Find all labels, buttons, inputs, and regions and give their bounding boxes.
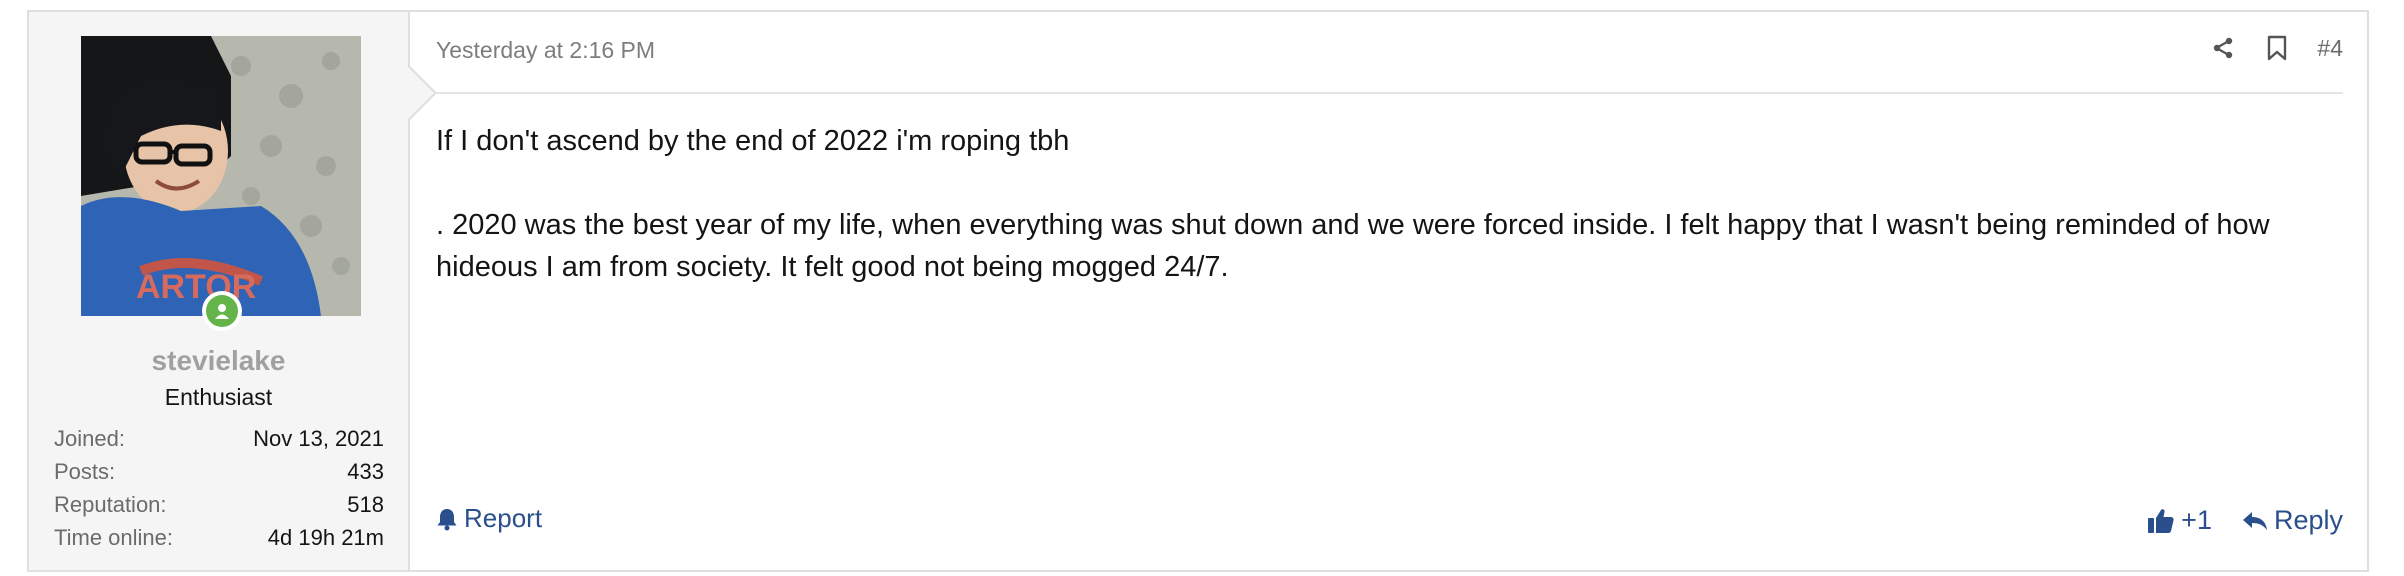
stat-label: Joined: — [54, 426, 125, 451]
stat-reputation: Reputation: 518 — [54, 488, 384, 521]
thumbs-up-icon — [2148, 508, 2174, 533]
user-online-icon — [215, 304, 229, 319]
stat-label: Time online: — [54, 525, 174, 550]
user-stats: Joined: Nov 13, 2021 Posts: 433 Reputati… — [54, 422, 384, 554]
post-content: If I don't ascend by the end of 2022 i'm… — [436, 120, 2317, 288]
stat-label: Posts: — [54, 459, 116, 484]
forum-post: ARTOR stevielake Enthusiast Joined: Nov … — [27, 10, 2369, 572]
post-header: Yesterday at 2:16 PM #4 — [436, 12, 2343, 94]
post-timestamp[interactable]: Yesterday at 2:16 PM — [436, 37, 655, 64]
user-title: Enthusiast — [164, 384, 273, 410]
stat-value: 518 — [347, 492, 384, 517]
stat-joined: Joined: Nov 13, 2021 — [54, 422, 384, 455]
stat-value: 4d 19h 21m — [267, 525, 384, 550]
stat-time-online: Time online: 4d 19h 21m — [54, 521, 384, 554]
user-info-panel: ARTOR stevielake Enthusiast Joined: Nov … — [29, 12, 437, 570]
stat-value: Nov 13, 2021 — [253, 426, 384, 451]
post-number-link[interactable]: #4 — [2317, 35, 2343, 62]
post-paragraph: . 2020 was the best year of my life, whe… — [436, 209, 2270, 283]
post-paragraph: If I don't ascend by the end of 2022 i'm… — [436, 125, 1070, 157]
report-button[interactable]: Report — [436, 503, 542, 534]
post-main: Yesterday at 2:16 PM #4 If I don't ascen… — [410, 12, 2367, 570]
user-avatar-photo-icon: ARTOR — [81, 36, 361, 316]
like-count: +1 — [2181, 505, 2212, 535]
share-icon[interactable] — [2209, 34, 2237, 62]
reply-button[interactable]: Reply — [2242, 505, 2343, 536]
online-status-indicator — [202, 291, 242, 331]
bookmark-icon[interactable] — [2263, 34, 2291, 62]
report-label: Report — [464, 503, 543, 533]
like-button[interactable]: +1 — [2147, 505, 2212, 536]
header-actions: #4 — [2209, 34, 2343, 62]
stat-posts: Posts: 433 — [54, 455, 384, 488]
post-footer-actions: +1 Reply — [2147, 505, 2343, 536]
username-link[interactable]: stevielake — [29, 345, 408, 377]
stat-value: 433 — [347, 459, 384, 484]
stat-label: Reputation: — [54, 492, 167, 517]
bell-icon — [437, 508, 457, 530]
reply-label: Reply — [2273, 505, 2343, 535]
reply-icon — [2242, 511, 2267, 530]
avatar[interactable]: ARTOR — [81, 36, 361, 316]
